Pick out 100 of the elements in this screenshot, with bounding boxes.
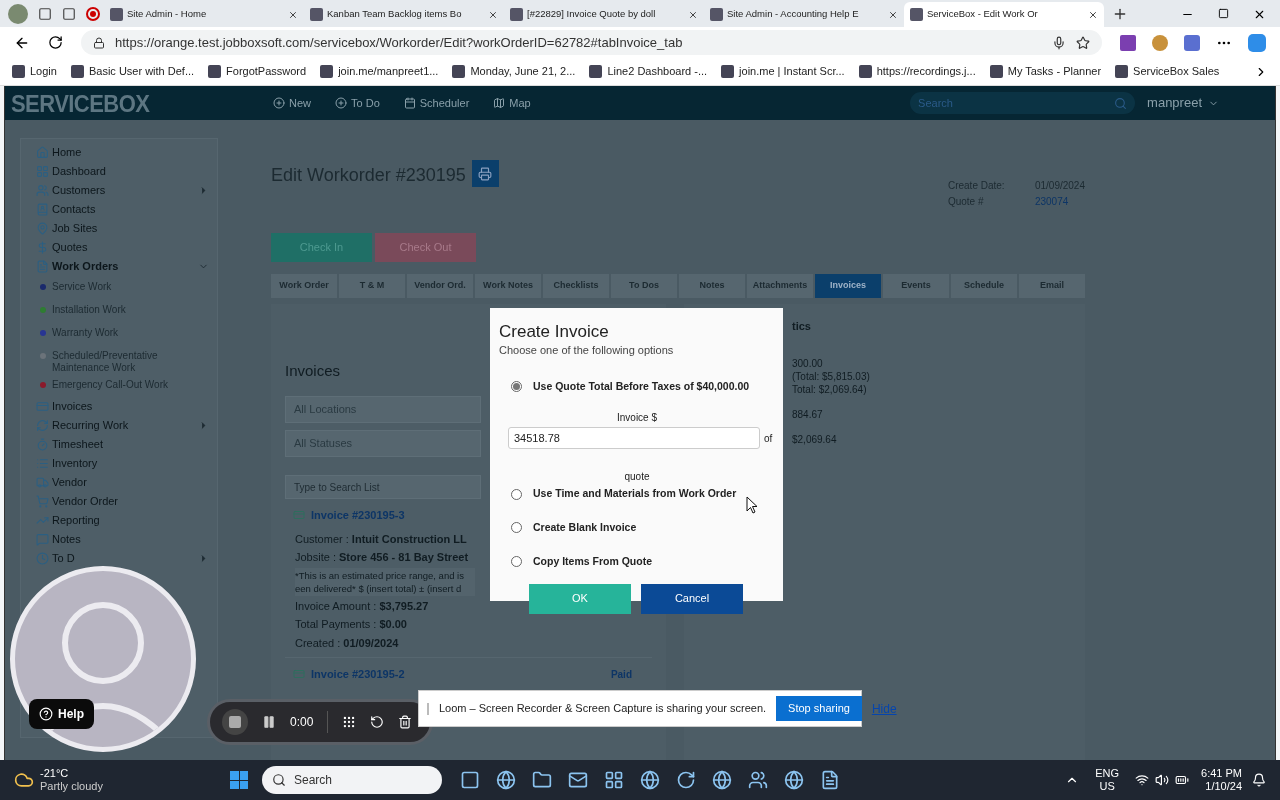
user-menu[interactable]: manpreet: [1147, 93, 1219, 113]
extension-icon[interactable]: [1152, 34, 1168, 51]
radio-button[interactable]: [511, 522, 522, 534]
ok-button[interactable]: OK: [529, 583, 631, 614]
drag-handle-icon[interactable]: [342, 715, 357, 729]
print-button[interactable]: [471, 160, 499, 187]
sidebar-item[interactable]: Vendor: [36, 473, 209, 492]
wifi-icon[interactable]: [1135, 773, 1150, 787]
bookmark[interactable]: join.me/manpreet1...: [320, 63, 439, 80]
taskbar-app-icon[interactable]: [784, 770, 804, 790]
favorite-icon[interactable]: [1076, 35, 1090, 50]
taskbar-app-icon[interactable]: [460, 770, 480, 790]
stop-sharing-button[interactable]: Stop sharing: [776, 696, 862, 721]
language-text[interactable]: ENG: [1095, 767, 1120, 780]
taskbar-search[interactable]: Search: [262, 766, 442, 794]
restart-icon[interactable]: [370, 715, 385, 729]
bookmark[interactable]: ServiceBox Sales: [1115, 63, 1220, 80]
sidebar-item[interactable]: Quotes: [36, 238, 209, 257]
bookmark[interactable]: Basic User with Def...: [70, 63, 195, 80]
maximize-icon[interactable]: [1218, 8, 1229, 19]
sidebar-item[interactable]: Timesheet: [36, 435, 209, 454]
radio-button[interactable]: [511, 380, 522, 392]
close-icon[interactable]: [688, 9, 698, 20]
browser-tab[interactable]: [#22829] Invoice Quote by doll: [504, 2, 704, 27]
tab[interactable]: Vendor Ord.: [407, 274, 473, 298]
option-label[interactable]: Use Time and Materials from Work Order: [533, 486, 737, 502]
invoice-link[interactable]: Invoice #230195-3: [311, 507, 405, 524]
nav-link[interactable]: New: [273, 94, 311, 112]
bookmark[interactable]: My Tasks - Planner: [989, 63, 1102, 80]
sidebar-item[interactable]: Contacts: [36, 200, 209, 219]
nav-link[interactable]: Map: [493, 94, 531, 112]
tab[interactable]: Work Notes: [475, 274, 541, 298]
sidebar-item[interactable]: To D: [36, 549, 209, 568]
invoice-link[interactable]: Invoice #230195-2: [311, 666, 405, 683]
bookmark[interactable]: Monday, June 21, 2...: [452, 63, 576, 80]
volume-icon[interactable]: [1155, 773, 1170, 787]
bookmark[interactable]: Login: [12, 63, 57, 80]
quote-link[interactable]: 230074: [1034, 194, 1085, 209]
radio-button[interactable]: [511, 556, 522, 568]
sidebar-item[interactable]: Home: [36, 143, 209, 162]
sidebar-item[interactable]: Inventory: [36, 454, 209, 473]
tab[interactable]: Events: [883, 274, 949, 298]
sidebar-item[interactable]: Notes: [36, 530, 209, 549]
sidebar-item[interactable]: Customers: [36, 181, 209, 200]
bookmark[interactable]: https://recordings.j...: [858, 63, 976, 80]
tab[interactable]: Checklists: [543, 274, 609, 298]
address-bar[interactable]: https://orange.test.jobboxsoft.com/servicebox/Workorder/Edit?workOrderID=62782#tabInvoice_tab: [81, 30, 1102, 55]
tab[interactable]: Notes: [679, 274, 745, 298]
weather-icon[interactable]: [14, 770, 34, 790]
search-field[interactable]: Search: [910, 92, 1136, 114]
close-icon[interactable]: [288, 9, 298, 20]
tab[interactable]: Attachments: [747, 274, 813, 298]
extension-icon[interactable]: [1120, 34, 1136, 51]
extension-icon[interactable]: [1184, 34, 1200, 51]
browser-tab[interactable]: Kanban Team Backlog items Bo: [304, 2, 504, 27]
sidebar-item[interactable]: Job Sites: [36, 219, 209, 238]
notification-icon[interactable]: [1252, 773, 1266, 787]
option-label[interactable]: Use Quote Total Before Taxes of $40,000.00: [533, 378, 750, 395]
search-field[interactable]: Type to Search List: [285, 475, 481, 499]
stop-button[interactable]: [222, 709, 248, 735]
browser-tab[interactable]: Site Admin - Accounting Help E: [704, 2, 904, 27]
bookmark[interactable]: Line2 Dashboard -...: [589, 63, 708, 80]
tab[interactable]: Email: [1019, 274, 1085, 298]
start-icon[interactable]: [230, 771, 248, 789]
nav-link[interactable]: Scheduler: [403, 94, 470, 112]
pause-icon[interactable]: [262, 715, 276, 729]
new-tab-icon[interactable]: [1112, 6, 1128, 22]
profile-icon[interactable]: [8, 3, 28, 24]
taskbar-app-icon[interactable]: [532, 770, 552, 790]
option-label[interactable]: Create Blank Invoice: [533, 520, 637, 536]
sidebar-item[interactable]: Recurring Work: [36, 416, 209, 435]
clock-time[interactable]: 6:41 PM: [1201, 767, 1242, 780]
tab[interactable]: Invoices: [815, 274, 881, 298]
taskbar-app-icon[interactable]: [496, 770, 516, 790]
tab[interactable]: Work Order: [271, 274, 337, 298]
radio-button[interactable]: [511, 488, 522, 500]
tab[interactable]: To Dos: [611, 274, 677, 298]
copilot-icon[interactable]: [1248, 33, 1266, 52]
tab[interactable]: T & M: [339, 274, 405, 298]
browser-tab[interactable]: Site Admin - Home: [104, 2, 304, 27]
close-icon[interactable]: [488, 9, 498, 20]
nav-link[interactable]: To Do: [335, 94, 380, 112]
clock-date[interactable]: 1/10/24: [1205, 780, 1242, 793]
help-button[interactable]: Help: [29, 699, 94, 729]
sidebar-item[interactable]: Reporting: [36, 511, 209, 530]
close-icon[interactable]: [1253, 8, 1266, 21]
sidebar-item[interactable]: Dashboard: [36, 162, 209, 181]
tab[interactable]: Schedule: [951, 274, 1017, 298]
sidebar-item[interactable]: Invoices: [36, 397, 209, 416]
battery-icon[interactable]: [1175, 773, 1190, 787]
taskbar-app-icon[interactable]: [748, 770, 768, 790]
invoice-amount-field[interactable]: 34518.78: [508, 427, 760, 450]
browser-tab[interactable]: ServiceBox - Edit Work Or: [904, 2, 1104, 27]
close-icon[interactable]: [888, 9, 898, 20]
delete-icon[interactable]: [398, 715, 413, 729]
taskbar-app-icon[interactable]: [820, 770, 840, 790]
record-icon[interactable]: [86, 6, 100, 21]
taskbar-app-icon[interactable]: [568, 770, 588, 790]
mic-icon[interactable]: [1052, 35, 1066, 50]
cancel-button[interactable]: Cancel: [641, 583, 743, 614]
